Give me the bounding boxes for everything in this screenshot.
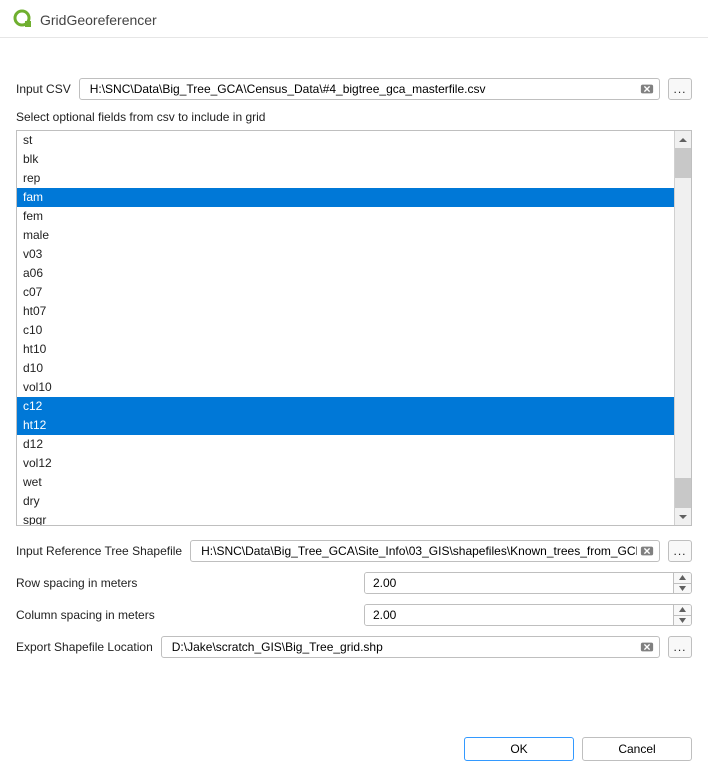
scroll-down-button[interactable] [675, 508, 691, 525]
ellipsis-icon: ... [673, 640, 686, 654]
scrollbar[interactable] [674, 131, 691, 525]
list-item[interactable]: ht12 [17, 416, 674, 435]
row-spacing-label: Row spacing in meters [16, 576, 356, 590]
list-item[interactable]: rep [17, 169, 674, 188]
spin-down-button[interactable] [674, 584, 691, 594]
list-item[interactable]: c10 [17, 321, 674, 340]
spin-buttons [673, 605, 691, 625]
list-item[interactable]: a06 [17, 264, 674, 283]
scroll-up-button[interactable] [675, 131, 691, 148]
scroll-thumb[interactable] [675, 148, 691, 178]
scroll-thumb[interactable] [675, 478, 691, 508]
list-item[interactable]: fem [17, 207, 674, 226]
row-spacing-row: Row spacing in meters [16, 572, 692, 594]
ellipsis-icon: ... [673, 82, 686, 96]
window-title: GridGeoreferencer [40, 12, 157, 28]
column-spacing-row: Column spacing in meters [16, 604, 692, 626]
row-spacing-spinbox[interactable] [364, 572, 692, 594]
list-item[interactable]: vol10 [17, 378, 674, 397]
clear-icon[interactable] [639, 81, 655, 97]
list-item[interactable]: male [17, 226, 674, 245]
field-select-label: Select optional fields from csv to inclu… [16, 110, 692, 124]
export-location-label: Export Shapefile Location [16, 640, 153, 654]
column-spacing-input[interactable] [365, 605, 673, 625]
list-item[interactable]: fam [17, 188, 674, 207]
list-item[interactable]: v03 [17, 245, 674, 264]
list-item[interactable]: d10 [17, 359, 674, 378]
column-spacing-label: Column spacing in meters [16, 608, 356, 622]
spin-down-button[interactable] [674, 616, 691, 626]
browse-reference-button[interactable]: ... [668, 540, 692, 562]
ok-button[interactable]: OK [464, 737, 574, 761]
dialog-content: Input CSV ... Select optional fields fro… [0, 38, 708, 727]
browse-export-button[interactable]: ... [668, 636, 692, 658]
titlebar: GridGeoreferencer [0, 0, 708, 38]
spin-buttons [673, 573, 691, 593]
reference-shapefile-field[interactable] [190, 540, 660, 562]
spin-up-button[interactable] [674, 573, 691, 584]
export-location-row: Export Shapefile Location ... [16, 636, 692, 658]
field-listbox[interactable]: stblkrepfamfemmalev03a06c07ht07c10ht10d1… [16, 130, 692, 526]
list-item[interactable]: blk [17, 150, 674, 169]
input-csv-label: Input CSV [16, 82, 71, 96]
input-csv-row: Input CSV ... [16, 78, 692, 100]
list-item[interactable]: ht07 [17, 302, 674, 321]
list-item[interactable]: st [17, 131, 674, 150]
list-item[interactable]: dry [17, 492, 674, 511]
spin-up-button[interactable] [674, 605, 691, 616]
reference-shapefile-label: Input Reference Tree Shapefile [16, 544, 182, 558]
cancel-button[interactable]: Cancel [582, 737, 692, 761]
button-bar: OK Cancel [0, 727, 708, 775]
reference-shapefile-row: Input Reference Tree Shapefile ... [16, 540, 692, 562]
list-item[interactable]: spgr [17, 511, 674, 525]
row-spacing-input[interactable] [365, 573, 673, 593]
list-item[interactable]: d12 [17, 435, 674, 454]
input-csv-field[interactable] [79, 78, 660, 100]
column-spacing-spinbox[interactable] [364, 604, 692, 626]
input-csv-input[interactable] [88, 81, 639, 97]
list-item[interactable]: wet [17, 473, 674, 492]
clear-icon[interactable] [639, 543, 655, 559]
reference-shapefile-input[interactable] [199, 543, 639, 559]
qgis-logo-icon [12, 8, 32, 31]
list-item[interactable]: c12 [17, 397, 674, 416]
list-item[interactable]: vol12 [17, 454, 674, 473]
grid-georeferencer-window: GridGeoreferencer Input CSV ... Select o… [0, 0, 708, 775]
scroll-track[interactable] [675, 148, 691, 508]
list-item[interactable]: c07 [17, 283, 674, 302]
export-location-input[interactable] [170, 639, 639, 655]
ellipsis-icon: ... [673, 544, 686, 558]
field-listbox-items[interactable]: stblkrepfamfemmalev03a06c07ht07c10ht10d1… [17, 131, 674, 525]
export-location-field[interactable] [161, 636, 660, 658]
list-item[interactable]: ht10 [17, 340, 674, 359]
clear-icon[interactable] [639, 639, 655, 655]
browse-csv-button[interactable]: ... [668, 78, 692, 100]
